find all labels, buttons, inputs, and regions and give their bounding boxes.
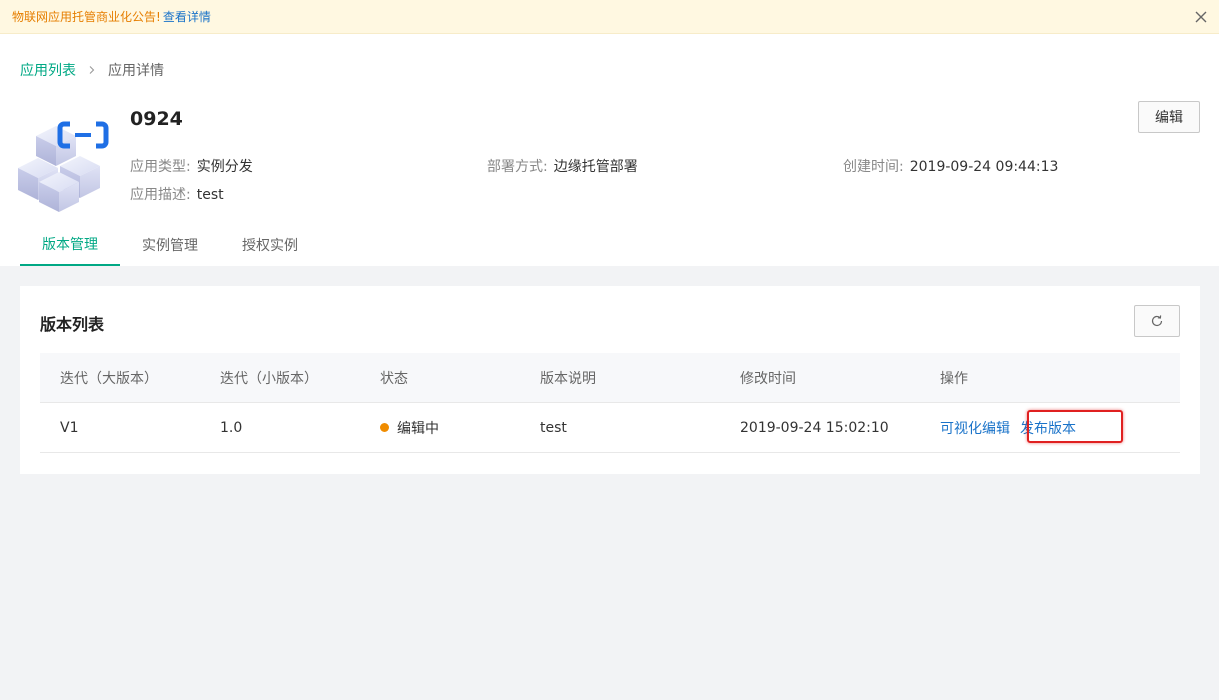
version-list-title: 版本列表 [40,315,105,334]
deploy-mode-value: 边缘托管部署 [553,159,638,175]
table-header: 迭代（大版本） 迭代（小版本） 状态 版本说明 修改时间 操作 [40,353,1180,403]
version-table: 迭代（大版本） 迭代（小版本） 状态 版本说明 修改时间 操作 V1 1.0 编… [40,353,1180,453]
edit-app-button[interactable]: 编辑 [1138,101,1200,133]
version-description: test [540,419,567,436]
app-name: 0924 [130,108,183,130]
app-cube-icon [18,121,109,212]
tab-version-management[interactable]: 版本管理 [20,224,120,266]
created-time-label: 创建时间: [843,159,904,175]
refresh-icon [1151,315,1163,327]
status-dot-icon [380,423,389,432]
announcement-banner: 物联网应用托管商业化公告! 查看详情 [0,0,1219,34]
visual-edit-link[interactable]: 可视化编辑 [940,421,1010,437]
version-list-card: 版本列表 迭代（大版本） 迭代（小版本） 状态 版本说明 修改时间 操作 V1 … [20,286,1200,474]
status-text: 编辑中 [397,420,439,437]
column-header: 迭代（小版本） [220,370,318,387]
minor-version: 1.0 [220,419,243,436]
modified-time: 2019-09-24 15:02:10 [740,419,889,436]
publish-version-link[interactable]: 发布版本 [1020,421,1076,437]
detail-tabs: 版本管理 实例管理 授权实例 [20,224,320,266]
created-time-value: 2019-09-24 09:44:13 [909,159,1059,175]
refresh-button[interactable] [1134,305,1180,337]
app-type-label: 应用类型: [130,159,191,175]
column-header: 迭代（大版本） [60,370,158,387]
status-cell: 编辑中 [360,418,520,438]
created-time: 创建时间: 2019-09-24 09:44:13 [843,156,1058,176]
app-type: 应用类型: 实例分发 [130,156,253,176]
column-header: 操作 [940,370,968,387]
breadcrumb-current: 应用详情 [108,63,164,79]
major-version: V1 [60,419,79,436]
breadcrumb-app-list[interactable]: 应用列表 [20,60,76,80]
app-header: 应用列表 应用详情 0924 应用类型: 实例分发 部署方式: 边缘托管部署 创… [0,34,1219,266]
app-type-value: 实例分发 [196,159,253,175]
announcement-text: 物联网应用托管商业化公告! [12,10,161,24]
view-details-link[interactable]: 查看详情 [163,8,211,25]
column-header: 修改时间 [740,370,796,387]
tab-authorized-instances[interactable]: 授权实例 [220,224,320,266]
close-icon[interactable] [1193,9,1209,25]
app-description-value: test [196,187,224,203]
deploy-mode-label: 部署方式: [487,159,548,175]
table-row: V1 1.0 编辑中 test 2019-09-24 15:02:10 可视化编… [40,403,1180,453]
tab-instance-management[interactable]: 实例管理 [120,224,220,266]
breadcrumb: 应用列表 应用详情 [20,60,164,80]
column-header: 版本说明 [540,370,596,387]
deploy-mode: 部署方式: 边缘托管部署 [487,156,638,176]
actions-cell: 可视化编辑 发布版本 [920,418,1180,438]
chevron-right-icon [89,66,95,74]
app-description: 应用描述: test [130,184,224,204]
column-header: 状态 [380,370,408,387]
app-description-label: 应用描述: [130,187,191,203]
